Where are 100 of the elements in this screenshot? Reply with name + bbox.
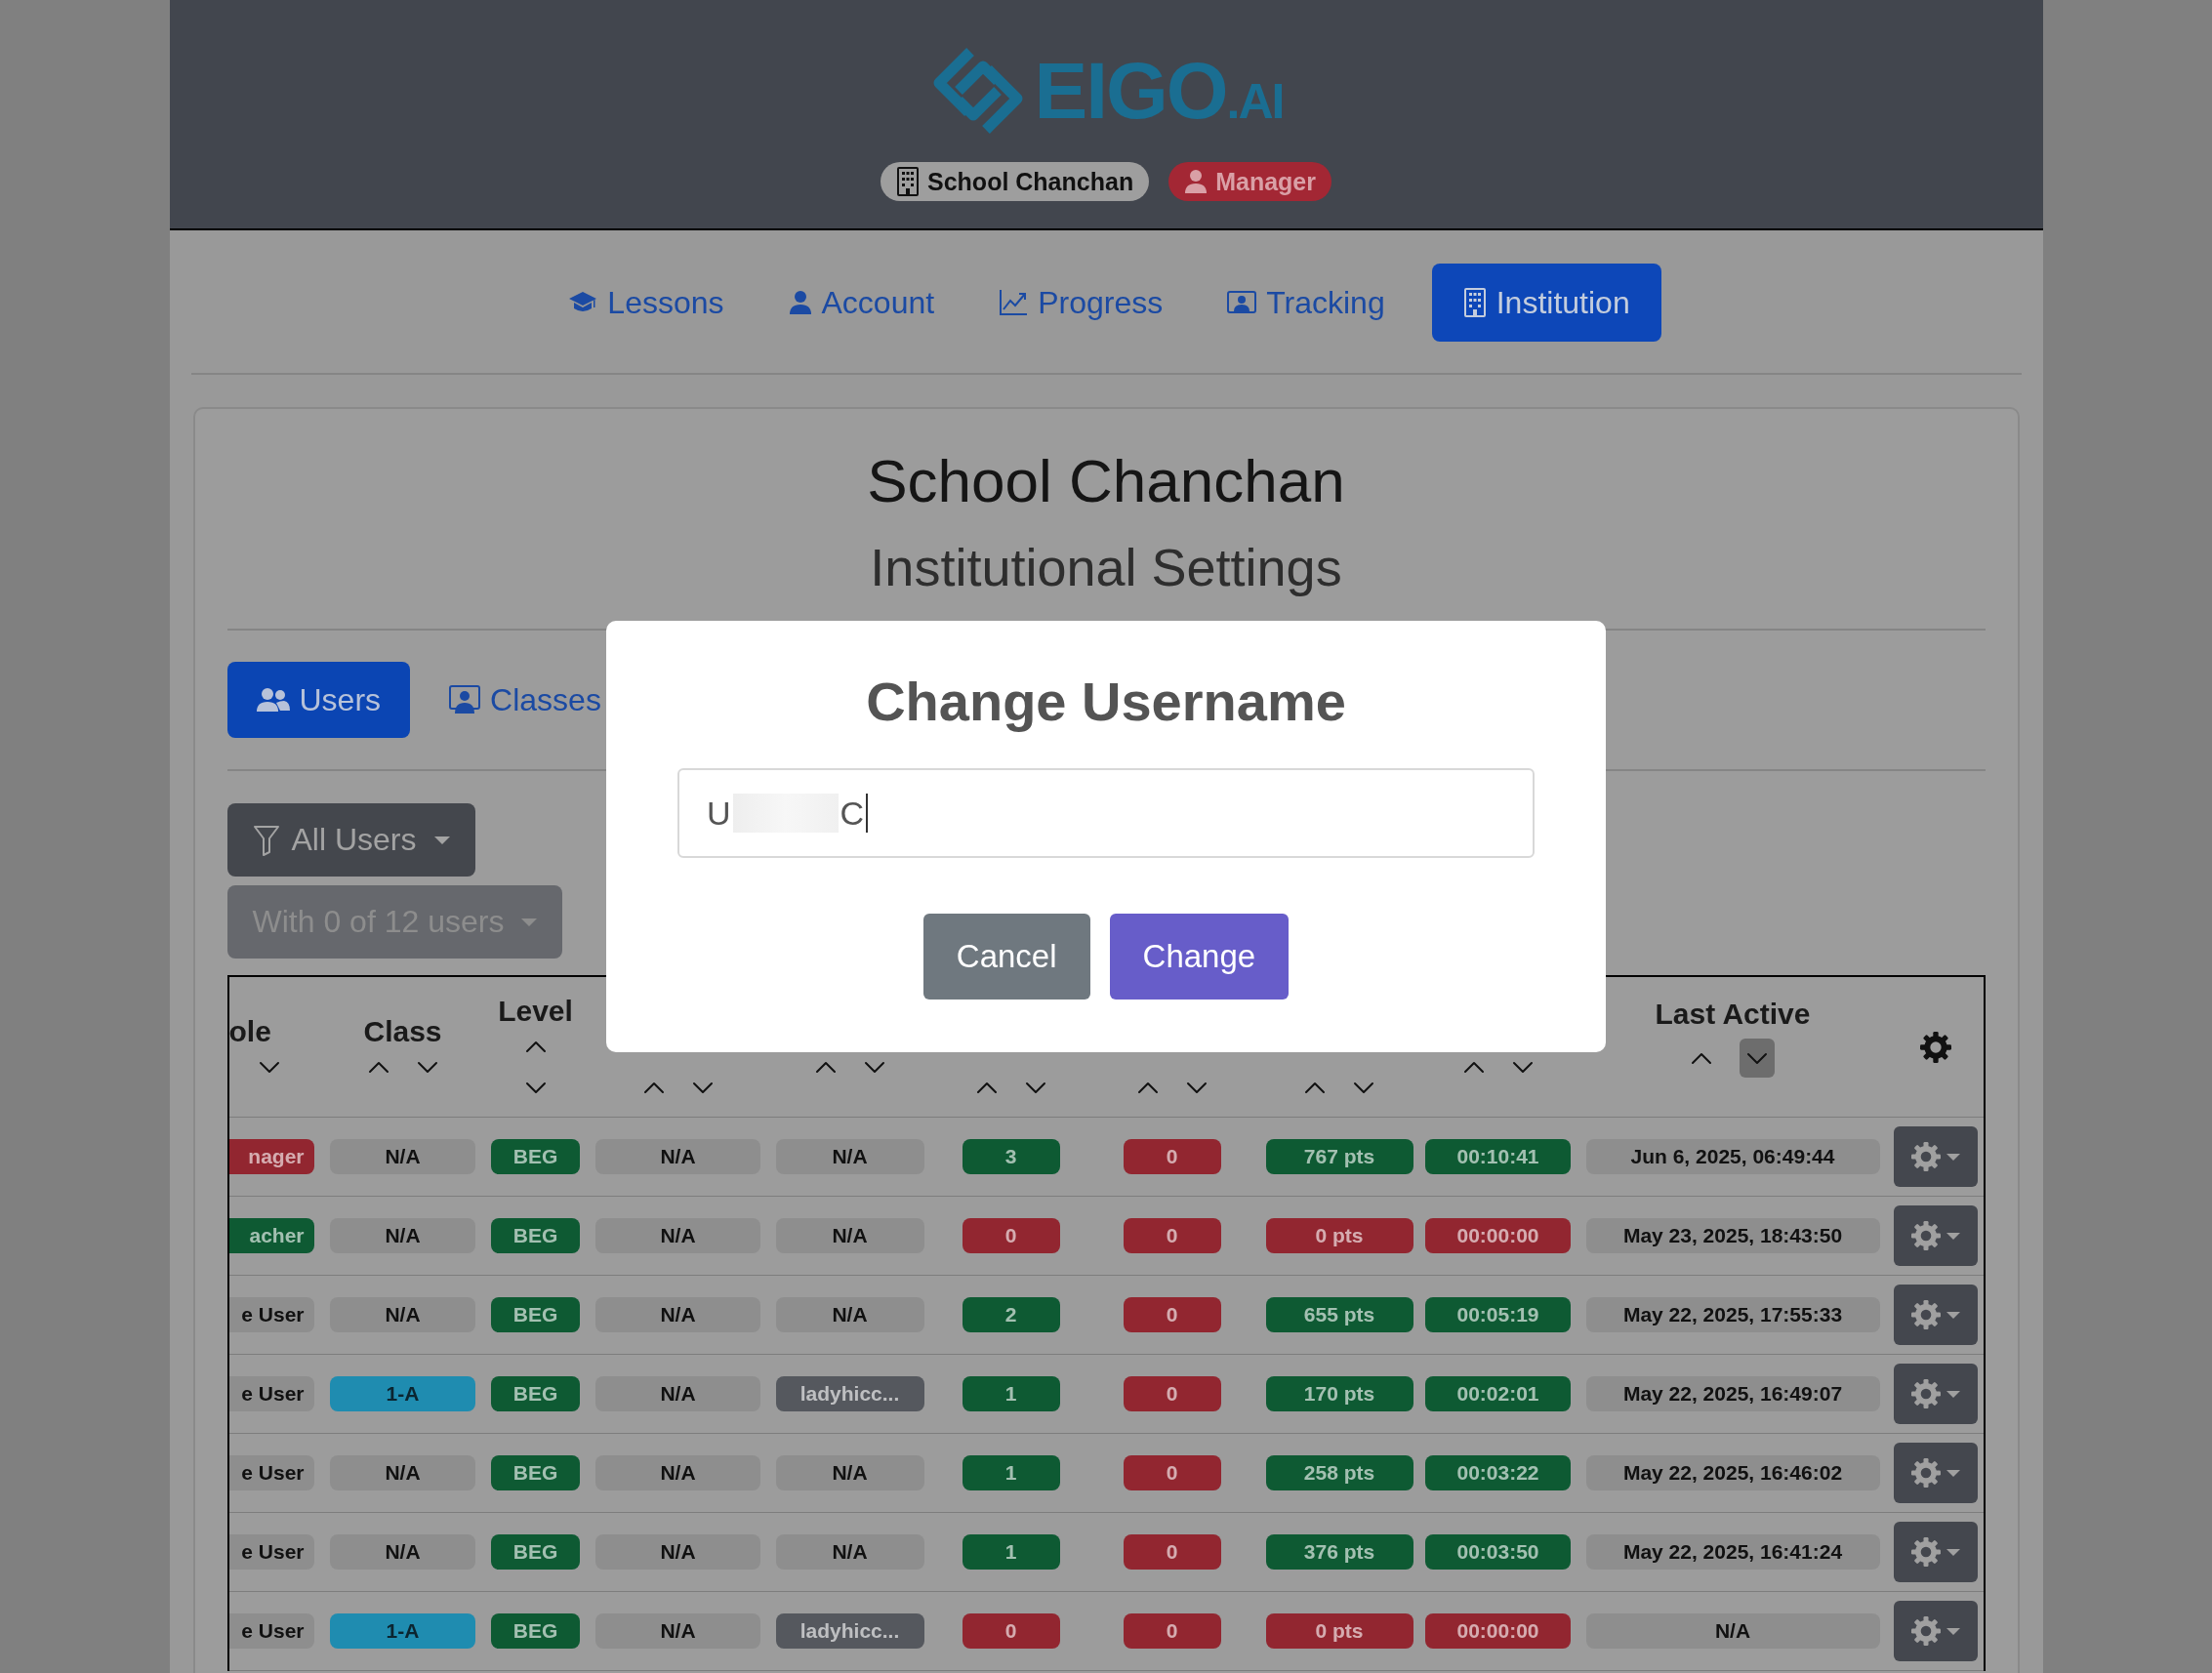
- person-icon: [788, 290, 812, 315]
- nav-link[interactable]: Account: [770, 264, 953, 342]
- caret-icon: [1946, 1390, 1960, 1398]
- row-actions-button[interactable]: [1893, 1205, 1978, 1266]
- building-icon: [1462, 288, 1487, 317]
- table-cell: 0: [1123, 1455, 1221, 1490]
- line-chart-icon: [999, 289, 1029, 316]
- table-cell: 0: [1123, 1613, 1221, 1649]
- username-field[interactable]: U C: [677, 768, 1535, 858]
- change-button[interactable]: Change: [1109, 914, 1290, 1000]
- table-cell: e User: [228, 1376, 314, 1411]
- cancel-button[interactable]: Cancel: [922, 914, 1090, 1000]
- nav-link[interactable]: Institution: [1431, 264, 1661, 342]
- table-cell: 1: [962, 1376, 1060, 1411]
- caret-icon: [1946, 1311, 1960, 1319]
- table-cell: 00:03:50: [1425, 1534, 1571, 1570]
- tab[interactable]: Classes: [420, 662, 631, 738]
- table-cell: N/A: [330, 1218, 475, 1253]
- gear-icon: [1919, 1031, 1951, 1063]
- table-cell: 0 pts: [1265, 1613, 1413, 1649]
- table-cell: N/A: [595, 1376, 760, 1411]
- table-cell: 00:00:00: [1425, 1613, 1571, 1649]
- chevron-down-icon: [691, 1081, 714, 1094]
- chevron-down-icon: [863, 1060, 885, 1074]
- table-cell: 0: [1123, 1139, 1221, 1174]
- table-cell: BEG: [491, 1376, 580, 1411]
- section-subtitle: Institutional Settings: [869, 537, 1343, 597]
- table-cell: N/A: [595, 1297, 760, 1332]
- table-cell: BEG: [491, 1139, 580, 1174]
- chevron-up-icon: [1462, 1060, 1485, 1074]
- chevron-up-icon: [642, 1081, 665, 1094]
- chevron-down-icon: [1353, 1081, 1374, 1094]
- table-cell: Jun 6, 2025, 06:49:44: [1585, 1139, 1880, 1174]
- table-cell: N/A: [775, 1297, 924, 1332]
- nav-link[interactable]: Progress: [981, 264, 1181, 342]
- table-cell: 376 pts: [1265, 1534, 1413, 1570]
- row-actions-button[interactable]: [1893, 1522, 1978, 1582]
- table-cell: N/A: [1585, 1613, 1880, 1649]
- chevron-up-icon: [524, 1040, 547, 1053]
- institution-badge: School Chanchan: [881, 162, 1150, 201]
- table-cell: 00:03:22: [1425, 1455, 1571, 1490]
- row-actions-button[interactable]: [1893, 1443, 1978, 1503]
- table-cell: 0: [1123, 1297, 1221, 1332]
- table-cell: N/A: [595, 1455, 760, 1490]
- table-cell: 170 pts: [1265, 1376, 1413, 1411]
- tab[interactable]: Users: [226, 662, 411, 738]
- column-header: ole: [228, 1015, 271, 1048]
- table-cell: May 23, 2025, 18:43:50: [1585, 1218, 1880, 1253]
- filter-dropdown[interactable]: All Users: [226, 803, 475, 877]
- chevron-down-icon: [1511, 1060, 1534, 1074]
- chevron-down-icon: [1185, 1081, 1208, 1094]
- chevron-up-icon: [367, 1060, 389, 1074]
- table-cell: 767 pts: [1265, 1139, 1413, 1174]
- table-cell: 0: [1123, 1376, 1221, 1411]
- person-board-icon: [449, 685, 481, 714]
- caret-icon: [1946, 1232, 1960, 1240]
- table-cell: BEG: [491, 1455, 580, 1490]
- table-cell: 0: [1123, 1534, 1221, 1570]
- table-cell: acher: [228, 1218, 314, 1253]
- table-cell: 1-A: [330, 1613, 475, 1649]
- row-actions-button[interactable]: [1893, 1285, 1978, 1345]
- caret-icon: [1946, 1469, 1960, 1477]
- chevron-up-icon: [1136, 1081, 1159, 1094]
- sort-down-button[interactable]: [1740, 1039, 1775, 1078]
- table-cell: 655 pts: [1265, 1297, 1413, 1332]
- table-cell: e User: [228, 1455, 314, 1490]
- row-actions-button[interactable]: [1893, 1364, 1978, 1424]
- nav-link[interactable]: Tracking: [1209, 264, 1403, 342]
- table-cell: BEG: [491, 1613, 580, 1649]
- nav-link[interactable]: Lessons: [551, 264, 742, 342]
- table-cell: May 22, 2025, 17:55:33: [1585, 1297, 1880, 1332]
- chevron-down-icon: [524, 1081, 547, 1094]
- table-cell: N/A: [775, 1218, 924, 1253]
- table-cell: 1: [962, 1455, 1060, 1490]
- gear-icon: [1910, 1458, 1941, 1488]
- filter-icon: [252, 824, 280, 856]
- table-cell: 1: [962, 1534, 1060, 1570]
- table-cell: 258 pts: [1265, 1455, 1413, 1490]
- table-cell: 1-A: [330, 1376, 475, 1411]
- table-cell: N/A: [330, 1534, 475, 1570]
- table-cell: May 22, 2025, 16:46:02: [1585, 1455, 1880, 1490]
- table-cell: e User: [228, 1613, 314, 1649]
- row-actions-button[interactable]: [1893, 1126, 1978, 1187]
- chevron-down-icon: [416, 1060, 438, 1074]
- chevron-up-icon: [975, 1081, 998, 1094]
- gear-icon: [1910, 1142, 1941, 1171]
- table-cell: N/A: [595, 1139, 760, 1174]
- row-actions-button[interactable]: [1893, 1601, 1978, 1661]
- caret-icon: [1946, 1153, 1960, 1161]
- dialog-title: Change Username: [866, 670, 1346, 733]
- caret-icon: [1946, 1548, 1960, 1556]
- table-cell: 2: [962, 1297, 1060, 1332]
- chevron-down-icon: [258, 1060, 280, 1074]
- table-cell: N/A: [595, 1218, 760, 1253]
- table-cell: N/A: [775, 1139, 924, 1174]
- caret-icon: [1946, 1627, 1960, 1635]
- table-cell: May 22, 2025, 16:49:07: [1585, 1376, 1880, 1411]
- gear-icon: [1910, 1616, 1941, 1646]
- table-cell: 0 pts: [1265, 1218, 1413, 1253]
- table-cell: May 22, 2025, 16:41:24: [1585, 1534, 1880, 1570]
